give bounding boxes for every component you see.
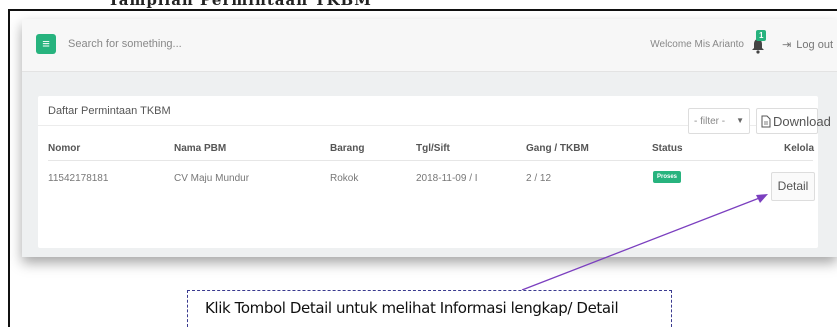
cell-gang-tkbm: 2 / 12	[526, 173, 552, 184]
cell-tgl-sift: 2018-11-09 / I	[416, 173, 478, 184]
column-header-gang-tkbm: Gang / TKBM	[526, 143, 589, 154]
logout-icon: ⇥	[782, 39, 792, 51]
filter-select[interactable]: - filter - ▼	[688, 108, 750, 134]
cell-barang: Rokok	[330, 173, 359, 184]
column-header-kelola: Kelola	[784, 143, 815, 154]
column-header-nama-pbm: Nama PBM	[174, 143, 227, 154]
search-input[interactable]	[68, 33, 328, 55]
download-label: Download	[773, 114, 831, 129]
logout-label: Log out	[796, 39, 833, 51]
filter-selected-value: - filter -	[694, 116, 726, 127]
table-header-divider	[48, 160, 813, 161]
notification-count-badge: 1	[756, 30, 767, 41]
column-header-barang: Barang	[330, 143, 365, 154]
document-heading: Tampilan Permintaan TKBM	[108, 0, 372, 9]
download-button[interactable]: Download	[756, 108, 831, 134]
welcome-text: Welcome Mis Arianto	[650, 39, 744, 50]
document-icon	[761, 115, 771, 128]
notifications-button[interactable]: 1	[751, 30, 767, 54]
menu-icon[interactable]: ≡	[36, 34, 56, 54]
cell-nomor: 11542178181	[48, 173, 109, 184]
annotation-callout: Klik Tombol Detail untuk melihat Informa…	[187, 290, 672, 327]
top-navbar: ≡ Welcome Mis Arianto 1 ⇥ Log out	[22, 19, 837, 72]
detail-button[interactable]: Detail	[771, 172, 815, 201]
panel-title: Daftar Permintaan TKBM	[48, 105, 171, 117]
status-badge: Proses	[653, 171, 682, 183]
callout-text: Klik Tombol Detail untuk melihat Informa…	[205, 299, 619, 317]
column-header-nomor: Nomor	[48, 143, 81, 154]
app-window: ≡ Welcome Mis Arianto 1 ⇥ Log out Daftar …	[22, 19, 837, 257]
chevron-down-icon: ▼	[736, 116, 744, 125]
column-header-tgl-sift: Tgl/Sift	[416, 143, 450, 154]
cell-nama-pbm: CV Maju Mundur	[174, 173, 250, 184]
request-list-panel: Daftar Permintaan TKBM - filter - ▼ Down…	[38, 96, 831, 248]
column-header-status: Status	[652, 143, 683, 154]
logout-button[interactable]: ⇥ Log out	[782, 38, 833, 51]
